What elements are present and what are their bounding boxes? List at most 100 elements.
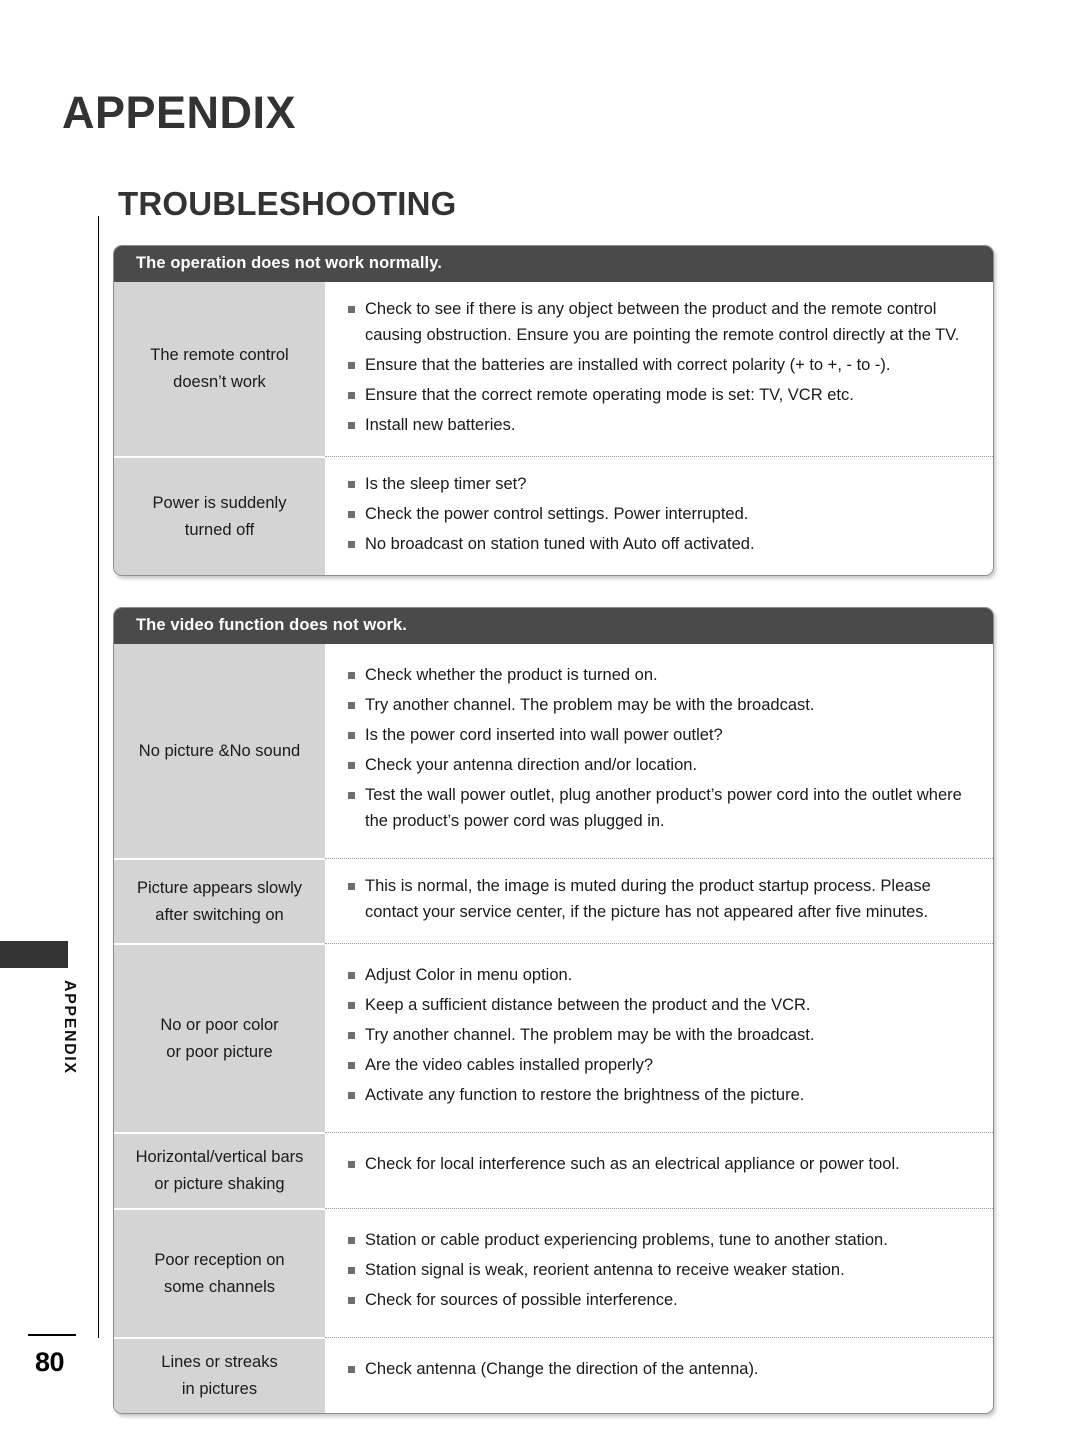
remedy-text: Is the sleep timer set? xyxy=(365,475,527,493)
square-bullet-icon xyxy=(348,306,355,313)
symptom-line: The remote control xyxy=(150,346,289,364)
remedy-item: Install new batteries. xyxy=(347,412,975,438)
remedy-item: Check your antenna direction and/or loca… xyxy=(347,752,975,778)
remedy-item: Check antenna (Change the direction of t… xyxy=(347,1356,975,1382)
symptom-line: Lines or streaks xyxy=(161,1353,278,1371)
side-tab-label: APPENDIX xyxy=(61,980,78,1075)
square-bullet-icon xyxy=(348,1366,355,1373)
table-row: Lines or streaks in pictures Check antenna… xyxy=(114,1337,993,1413)
remedy-text: Check the power control settings. Power … xyxy=(365,505,749,523)
remedy-text: Install new batteries. xyxy=(365,416,516,434)
square-bullet-icon xyxy=(348,702,355,709)
remedy-text: Ensure that the correct remote operating… xyxy=(365,386,854,404)
remedy-cell: Check antenna (Change the direction of t… xyxy=(325,1337,993,1413)
table-row: No or poor color or poor picture Adjust Co… xyxy=(114,943,993,1132)
symptom-cell: No or poor color or poor picture xyxy=(114,943,325,1132)
table-body: The remote control doesn’t work Check to s… xyxy=(114,282,993,575)
remedy-item: Check for local interference such as an … xyxy=(347,1151,975,1177)
remedy-text: Activate any function to restore the bri… xyxy=(365,1086,805,1104)
remedy-item: Is the sleep timer set? xyxy=(347,471,975,497)
symptom-line: Picture appears slowly xyxy=(136,878,303,897)
remedy-item: No broadcast on station tuned with Auto … xyxy=(347,531,975,557)
square-bullet-icon xyxy=(348,732,355,739)
table-row: Picture appears slowly after switching on… xyxy=(114,858,993,943)
remedy-item: Keep a sufficient distance between the p… xyxy=(347,992,975,1018)
section-title: TROUBLESHOOTING xyxy=(118,185,457,223)
table-row: Horizontal/vertical bars or picture shaki… xyxy=(114,1132,993,1208)
remedy-item: This is normal, the image is muted durin… xyxy=(347,873,975,925)
remedy-cell: Check whether the product is turned on. T… xyxy=(325,644,993,858)
square-bullet-icon xyxy=(348,1092,355,1099)
remedy-item: Check whether the product is turned on. xyxy=(347,662,975,688)
remedy-text: Check for local interference such as an … xyxy=(365,1155,900,1173)
square-bullet-icon xyxy=(348,1297,355,1304)
square-bullet-icon xyxy=(348,541,355,548)
symptom-line: doesn’t work xyxy=(173,373,266,391)
square-bullet-icon xyxy=(348,762,355,769)
remedy-text: Test the wall power outlet, plug another… xyxy=(365,786,962,830)
remedy-text: Check whether the product is turned on. xyxy=(365,666,658,684)
footer-rule xyxy=(28,1334,76,1336)
remedy-text: Check to see if there is any object betw… xyxy=(365,300,960,344)
page-margin-rule xyxy=(98,216,99,1338)
symptom-line: No picture &No sound xyxy=(138,741,301,760)
symptom-cell: Lines or streaks in pictures xyxy=(114,1337,325,1413)
square-bullet-icon xyxy=(348,1062,355,1069)
remedy-item: Is the power cord inserted into wall pow… xyxy=(347,722,975,748)
page-title: APPENDIX xyxy=(62,87,297,139)
remedy-item: Ensure that the batteries are installed … xyxy=(347,352,975,378)
remedy-text: Try another channel. The problem may be … xyxy=(365,696,815,714)
square-bullet-icon xyxy=(348,672,355,679)
remedy-text: No broadcast on station tuned with Auto … xyxy=(365,535,755,553)
square-bullet-icon xyxy=(348,972,355,979)
troubleshooting-table-operation: The operation does not work normally. Th… xyxy=(113,245,994,576)
table-body: No picture &No sound Check whether the pr… xyxy=(114,644,993,1413)
remedy-text: Are the video cables installed properly? xyxy=(365,1056,654,1074)
square-bullet-icon xyxy=(348,1161,355,1168)
symptom-cell: No picture &No sound xyxy=(114,644,325,858)
remedy-item: Try another channel. The problem may be … xyxy=(347,1022,975,1048)
side-tab-marker xyxy=(0,941,68,968)
square-bullet-icon xyxy=(348,1267,355,1274)
square-bullet-icon xyxy=(348,883,355,890)
symptom-line: after switching on xyxy=(155,905,284,924)
remedy-text: Ensure that the batteries are installed … xyxy=(365,356,891,374)
table-row: No picture &No sound Check whether the pr… xyxy=(114,644,993,858)
symptom-line: Poor reception on xyxy=(154,1250,285,1269)
symptom-line: some channels xyxy=(164,1277,275,1296)
symptom-cell: Horizontal/vertical bars or picture shaki… xyxy=(114,1132,325,1208)
symptom-cell: Poor reception on some channels xyxy=(114,1208,325,1337)
table-header: The video function does not work. xyxy=(114,608,993,644)
remedy-item: Are the video cables installed properly? xyxy=(347,1052,975,1078)
remedy-text: Is the power cord inserted into wall pow… xyxy=(365,726,723,744)
remedy-cell: Is the sleep timer set? Check the power c… xyxy=(325,456,993,575)
remedy-cell: Check to see if there is any object betw… xyxy=(325,282,993,456)
remedy-cell: Adjust Color in menu option. Keep a suffi… xyxy=(325,943,993,1132)
remedy-item: Ensure that the correct remote operating… xyxy=(347,382,975,408)
symptom-cell: Power is suddenly turned off xyxy=(114,456,325,575)
remedy-text: Check your antenna direction and/or loca… xyxy=(365,756,698,774)
square-bullet-icon xyxy=(348,511,355,518)
page-number: 80 xyxy=(35,1347,65,1377)
table-row: The remote control doesn’t work Check to s… xyxy=(114,282,993,456)
remedy-text: Check for sources of possible interferen… xyxy=(365,1291,678,1309)
remedy-item: Check to see if there is any object betw… xyxy=(347,296,975,348)
square-bullet-icon xyxy=(348,422,355,429)
square-bullet-icon xyxy=(348,792,355,799)
symptom-line: in pictures xyxy=(181,1380,258,1398)
remedy-item: Station signal is weak, reorient antenna… xyxy=(347,1257,975,1283)
square-bullet-icon xyxy=(348,1002,355,1009)
symptom-cell: Picture appears slowly after switching on xyxy=(114,858,325,943)
remedy-item: Check the power control settings. Power … xyxy=(347,501,975,527)
symptom-line: turned off xyxy=(184,520,255,539)
square-bullet-icon xyxy=(348,1032,355,1039)
symptom-line: or picture shaking xyxy=(154,1175,285,1193)
symptom-line: or poor picture xyxy=(166,1042,273,1061)
square-bullet-icon xyxy=(348,1237,355,1244)
table-header: The operation does not work normally. xyxy=(114,246,993,282)
remedy-text: Station signal is weak, reorient antenna… xyxy=(365,1261,845,1279)
remedy-text: Check antenna (Change the direction of t… xyxy=(365,1360,759,1378)
remedy-item: Activate any function to restore the bri… xyxy=(347,1082,975,1108)
remedy-item: Try another channel. The problem may be … xyxy=(347,692,975,718)
remedy-text: Try another channel. The problem may be … xyxy=(365,1026,815,1044)
